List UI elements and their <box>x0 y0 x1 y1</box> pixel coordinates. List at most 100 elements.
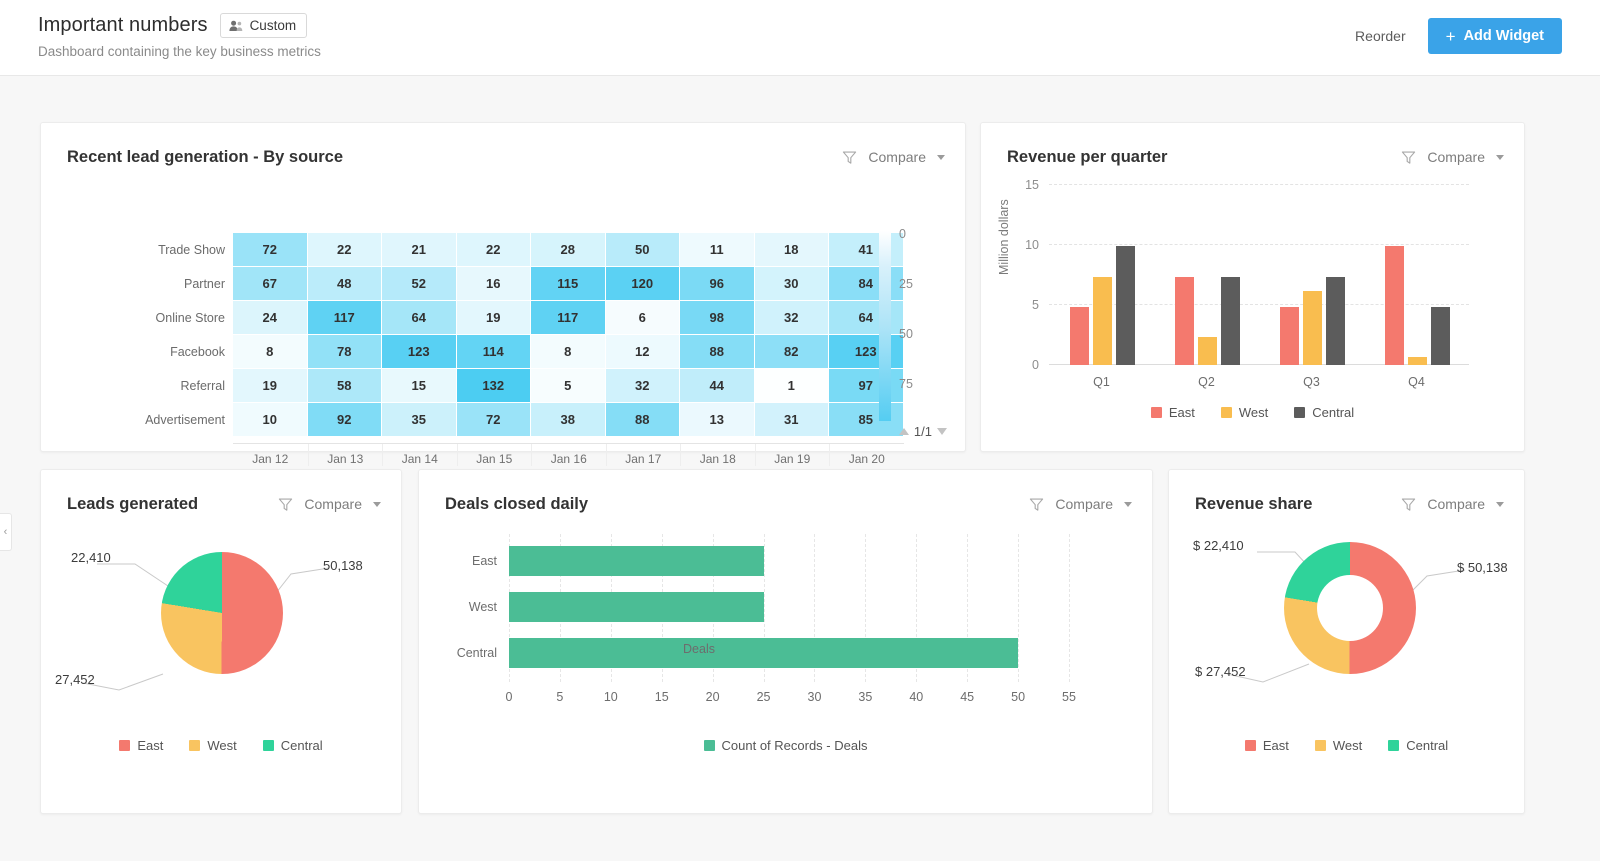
heatmap-cell[interactable]: 88 <box>680 335 755 369</box>
heatmap-cell[interactable]: 41 <box>829 233 904 267</box>
quarter-legend-item[interactable]: Central <box>1294 405 1354 420</box>
heatmap-cell[interactable]: 8 <box>531 335 606 369</box>
heatmap-cell[interactable]: 38 <box>531 403 606 437</box>
chevron-down-icon[interactable] <box>1124 501 1132 507</box>
pie-compare-button[interactable]: Compare <box>304 496 362 512</box>
quarter-bar[interactable] <box>1325 277 1345 365</box>
quarter-bar[interactable] <box>1069 307 1089 365</box>
chevron-down-icon[interactable] <box>373 501 381 507</box>
heatmap-cell[interactable]: 58 <box>307 369 382 403</box>
chevron-down-icon[interactable] <box>937 154 945 160</box>
donut-legend-item[interactable]: West <box>1314 738 1362 753</box>
quarter-legend-item[interactable]: West <box>1220 405 1268 420</box>
pager-prev-icon[interactable] <box>898 428 909 435</box>
heatmap-cell[interactable]: 123 <box>829 335 904 369</box>
heatmap-cell[interactable]: 19 <box>456 301 531 335</box>
deals-compare-button[interactable]: Compare <box>1055 496 1113 512</box>
heatmap-cell[interactable]: 5 <box>531 369 606 403</box>
heatmap-cell[interactable]: 88 <box>605 403 680 437</box>
heatmap-cell[interactable]: 84 <box>829 267 904 301</box>
filter-funnel-icon[interactable] <box>1401 497 1416 512</box>
pie-legend-item[interactable]: West <box>189 738 237 753</box>
deals-bar[interactable] <box>509 592 764 622</box>
heatmap-cell[interactable]: 21 <box>382 233 457 267</box>
quarter-bar[interactable] <box>1115 246 1135 365</box>
heatmap-cell[interactable]: 32 <box>754 301 829 335</box>
heatmap-cell[interactable]: 8 <box>233 335 308 369</box>
heatmap-cell[interactable]: 44 <box>680 369 755 403</box>
heatmap-cell[interactable]: 64 <box>382 301 457 335</box>
quarter-bar[interactable] <box>1197 337 1217 365</box>
heatmap-cell[interactable]: 30 <box>754 267 829 301</box>
heatmap-cell[interactable]: 1 <box>754 369 829 403</box>
heatmap-compare-button[interactable]: Compare <box>868 149 926 165</box>
filter-funnel-icon[interactable] <box>278 497 293 512</box>
chevron-down-icon[interactable] <box>1496 501 1504 507</box>
quarter-bar[interactable] <box>1174 277 1194 365</box>
quarter-bar[interactable] <box>1407 356 1427 365</box>
heatmap-cell[interactable]: 31 <box>754 403 829 437</box>
quarter-bar[interactable] <box>1092 277 1112 365</box>
heatmap-cell[interactable]: 123 <box>382 335 457 369</box>
heatmap-cell[interactable]: 98 <box>680 301 755 335</box>
heatmap-cell[interactable]: 18 <box>754 233 829 267</box>
heatmap-cell[interactable]: 22 <box>307 233 382 267</box>
custom-badge[interactable]: Custom <box>219 13 308 38</box>
heatmap-cell[interactable]: 82 <box>754 335 829 369</box>
reorder-button[interactable]: Reorder <box>1355 28 1406 44</box>
heatmap-cell[interactable]: 13 <box>680 403 755 437</box>
add-widget-button[interactable]: + Add Widget <box>1427 18 1562 54</box>
heatmap-cell[interactable]: 92 <box>307 403 382 437</box>
heatmap-cell[interactable]: 67 <box>233 267 308 301</box>
donut-legend-item[interactable]: Central <box>1388 738 1448 753</box>
heatmap-cell[interactable]: 114 <box>456 335 531 369</box>
heatmap-cell[interactable]: 12 <box>605 335 680 369</box>
heatmap-cell[interactable]: 48 <box>307 267 382 301</box>
quarter-bar[interactable] <box>1279 307 1299 365</box>
filter-funnel-icon[interactable] <box>1029 497 1044 512</box>
heatmap-cell[interactable]: 115 <box>531 267 606 301</box>
heatmap-cell[interactable]: 11 <box>680 233 755 267</box>
heatmap-cell[interactable]: 22 <box>456 233 531 267</box>
quarter-bar[interactable] <box>1302 290 1322 365</box>
heatmap-cell[interactable]: 117 <box>307 301 382 335</box>
heatmap-cell[interactable]: 96 <box>680 267 755 301</box>
heatmap-cell[interactable]: 16 <box>456 267 531 301</box>
heatmap-cell[interactable]: 72 <box>233 233 308 267</box>
chevron-down-icon[interactable] <box>1496 154 1504 160</box>
heatmap-cell[interactable]: 50 <box>605 233 680 267</box>
quarter-bar[interactable] <box>1220 277 1240 365</box>
heatmap-cell[interactable]: 52 <box>382 267 457 301</box>
pie-legend-item[interactable]: East <box>119 738 163 753</box>
heatmap-cell[interactable]: 97 <box>829 369 904 403</box>
heatmap-cell[interactable]: 120 <box>605 267 680 301</box>
quarter-legend-item[interactable]: East <box>1150 405 1195 420</box>
quarter-bar[interactable] <box>1384 246 1404 365</box>
quarter-compare-button[interactable]: Compare <box>1427 149 1485 165</box>
heatmap-cell[interactable]: 78 <box>307 335 382 369</box>
donut-legend-item[interactable]: East <box>1244 738 1289 753</box>
heatmap-cell[interactable]: 24 <box>233 301 308 335</box>
heatmap-cell[interactable]: 85 <box>829 403 904 437</box>
filter-funnel-icon[interactable] <box>842 150 857 165</box>
heatmap-cell[interactable]: 32 <box>605 369 680 403</box>
donut-compare-button[interactable]: Compare <box>1427 496 1485 512</box>
heatmap-cell[interactable]: 15 <box>382 369 457 403</box>
deals-bar[interactable] <box>509 638 1019 668</box>
pager-next-icon[interactable] <box>937 428 947 435</box>
quarter-bar[interactable] <box>1430 307 1450 365</box>
pie-legend-item[interactable]: Central <box>262 738 323 753</box>
heatmap-cell[interactable]: 132 <box>456 369 531 403</box>
heatmap-cell[interactable]: 117 <box>531 301 606 335</box>
heatmap-cell[interactable]: 6 <box>605 301 680 335</box>
heatmap-cell[interactable]: 64 <box>829 301 904 335</box>
heatmap-cell[interactable]: 72 <box>456 403 531 437</box>
deals-legend-item[interactable]: Count of Records - Deals <box>703 738 867 753</box>
heatmap-cell[interactable]: 10 <box>233 403 308 437</box>
heatmap-cell[interactable]: 19 <box>233 369 308 403</box>
heatmap-cell[interactable]: 28 <box>531 233 606 267</box>
sidebar-collapse-toggle[interactable]: ‹ <box>0 513 12 551</box>
heatmap-cell[interactable]: 35 <box>382 403 457 437</box>
deals-bar[interactable] <box>509 546 764 576</box>
filter-funnel-icon[interactable] <box>1401 150 1416 165</box>
